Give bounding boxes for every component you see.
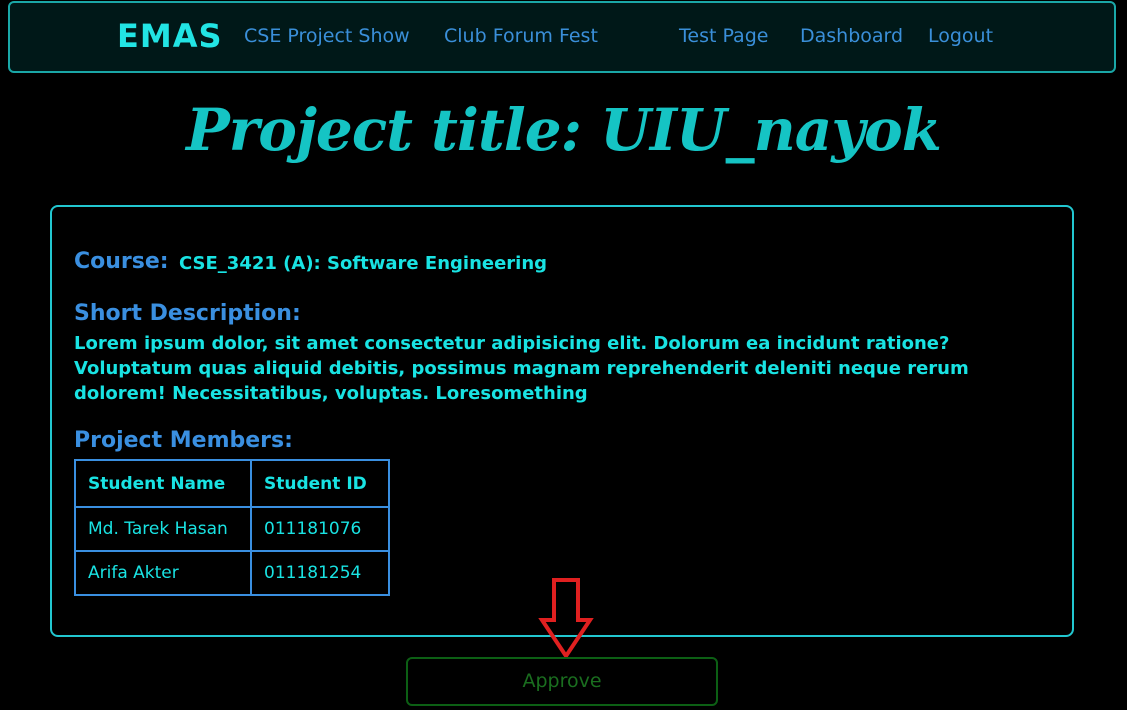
student-name-cell: Arifa Akter: [74, 550, 252, 596]
nav-link-logout[interactable]: Logout: [928, 25, 993, 47]
student-id-cell: 011181254: [250, 550, 390, 596]
nav-link-dashboard[interactable]: Dashboard: [800, 25, 903, 47]
table-row: Md. Tarek Hasan 011181076: [74, 506, 390, 552]
page-title: Project title: UIU_nayok: [186, 96, 942, 164]
course-label: Course:: [74, 249, 169, 274]
student-name-cell: Md. Tarek Hasan: [74, 506, 252, 552]
nav-link-cse-project-show[interactable]: CSE Project Show: [244, 25, 410, 47]
members-label: Project Members:: [74, 428, 293, 453]
header-student-id: Student ID: [250, 459, 390, 508]
top-navbar: EMAS CSE Project Show Club Forum Fest Te…: [8, 1, 1116, 73]
down-arrow-icon: [538, 578, 594, 660]
brand-logo[interactable]: EMAS: [117, 17, 223, 55]
header-student-name: Student Name: [74, 459, 252, 508]
approve-button[interactable]: Approve: [406, 657, 718, 706]
student-id-cell: 011181076: [250, 506, 390, 552]
project-details-card: Course: CSE_3421 (A): Software Engineeri…: [50, 205, 1074, 637]
description-label: Short Description:: [74, 301, 301, 326]
nav-link-test-page[interactable]: Test Page: [679, 25, 768, 47]
description-text: Lorem ipsum dolor, sit amet consectetur …: [74, 333, 969, 404]
members-table: Student Name Student ID Md. Tarek Hasan …: [74, 459, 390, 596]
table-row: Arifa Akter 011181254: [74, 550, 390, 596]
nav-link-club-forum-fest[interactable]: Club Forum Fest: [444, 25, 598, 47]
course-value: CSE_3421 (A): Software Engineering: [179, 253, 548, 274]
table-header-row: Student Name Student ID: [74, 459, 390, 508]
